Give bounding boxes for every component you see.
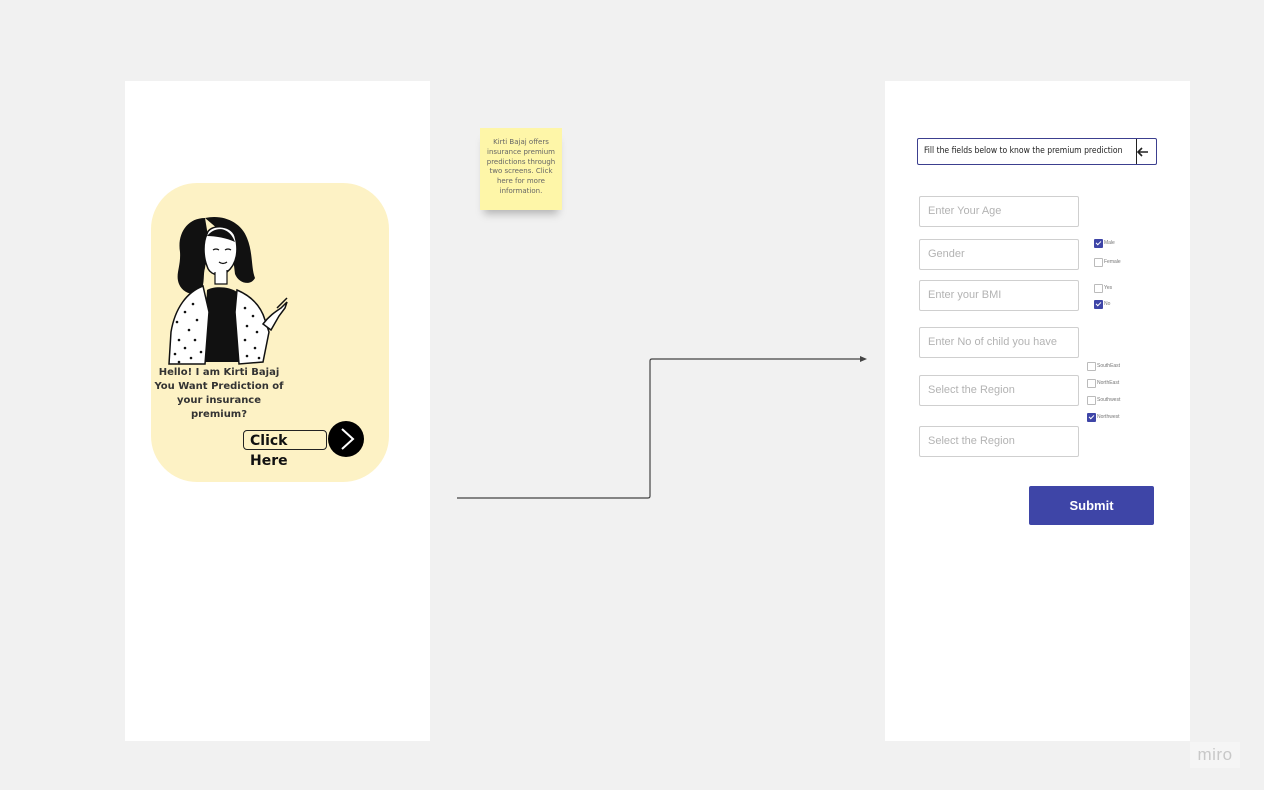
gender-input[interactable]: Gender xyxy=(919,239,1079,270)
southwest-checkbox[interactable] xyxy=(1087,396,1096,405)
form-title: Fill the fields below to know the premiu… xyxy=(924,139,1137,164)
southeast-checkbox[interactable] xyxy=(1087,362,1096,371)
northeast-checkbox[interactable] xyxy=(1087,379,1096,388)
submit-button[interactable]: Submit xyxy=(1029,486,1154,525)
female-checkbox[interactable] xyxy=(1094,258,1103,267)
northeast-label: NorthEast xyxy=(1097,380,1120,386)
yes-label: Yes xyxy=(1104,285,1113,291)
northwest-label: Northwest xyxy=(1097,414,1120,420)
male-checkbox[interactable] xyxy=(1094,239,1103,248)
arrow-left-icon[interactable] xyxy=(1136,145,1150,159)
children-input[interactable]: Enter No of child you have xyxy=(919,327,1079,358)
form-title-bar[interactable]: Fill the fields below to know the premiu… xyxy=(917,138,1157,165)
form-screen-frame xyxy=(885,81,1190,741)
yes-checkbox[interactable] xyxy=(1094,284,1103,293)
miro-logo: miro xyxy=(1190,742,1240,768)
no-label: No xyxy=(1104,301,1111,307)
southeast-label: SouthEast xyxy=(1097,363,1121,369)
bmi-input[interactable]: Enter your BMI xyxy=(919,280,1079,311)
northwest-checkbox[interactable] xyxy=(1087,413,1096,422)
male-label: Male xyxy=(1104,240,1115,246)
southwest-label: Southwest xyxy=(1097,397,1121,403)
no-checkbox[interactable] xyxy=(1094,300,1103,309)
female-label: Female xyxy=(1104,259,1121,265)
age-input[interactable]: Enter Your Age xyxy=(919,196,1079,227)
region-select[interactable]: Select the Region xyxy=(919,375,1079,406)
region-select-2[interactable]: Select the Region xyxy=(919,426,1079,457)
